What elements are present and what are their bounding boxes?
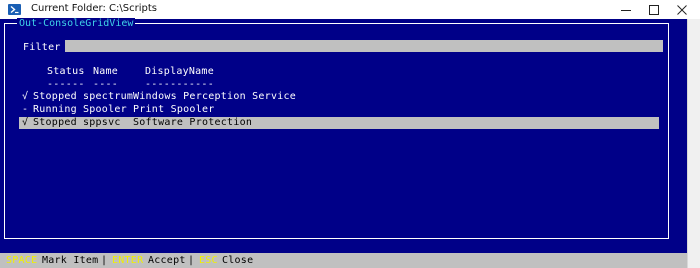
column-header-displayname[interactable]: DisplayName [145, 66, 214, 78]
column-header-status[interactable]: Status [47, 66, 85, 78]
status-divider: | [101, 255, 108, 266]
maximize-button[interactable] [640, 0, 668, 19]
minimize-icon [621, 9, 631, 11]
table-row-selected[interactable]: √ Stopped sppsvc Software Protection [19, 117, 659, 129]
vertical-scrollbar[interactable] [687, 19, 700, 268]
row-name: Spooler [83, 104, 127, 115]
esc-key-hint: ESC [199, 255, 218, 266]
row-mark: √ [22, 91, 29, 102]
column-separator: ------ [47, 79, 85, 90]
console-window: Current Folder: C:\Scripts Out-ConsoleGr… [0, 0, 700, 268]
space-key-hint: SPACE [6, 255, 38, 266]
column-header-name[interactable]: Name [93, 66, 118, 78]
table-row[interactable]: √ Stopped spectrum Windows Perception Se… [19, 91, 659, 103]
row-mark: - [22, 104, 29, 115]
filter-input[interactable] [65, 40, 663, 52]
row-displayname: Software Protection [133, 117, 253, 128]
close-label: Close [222, 255, 254, 266]
row-displayname: Windows Perception Service [133, 91, 297, 102]
close-icon [677, 4, 687, 15]
status-divider: | [188, 255, 195, 266]
status-bar: SPACE Mark Item | ENTER Accept | ESC Clo… [0, 253, 687, 268]
window-title: Current Folder: C:\Scripts [31, 3, 157, 14]
row-displayname: Print Spooler [133, 104, 215, 115]
row-mark: √ [22, 117, 29, 128]
panel-title: Out-ConsoleGridView [17, 18, 136, 30]
row-name: sppsvc [83, 117, 121, 128]
console-area[interactable]: Out-ConsoleGridView Filter Status Name D… [0, 18, 687, 268]
table-row[interactable]: - Running Spooler Print Spooler [19, 104, 659, 116]
minimize-button[interactable] [612, 0, 640, 19]
row-name: spectrum [83, 91, 134, 102]
column-separator: ---- [93, 79, 119, 90]
filter-label: Filter [23, 42, 61, 53]
row-status: Running [33, 104, 77, 115]
column-separator: ----------- [145, 79, 214, 90]
title-bar[interactable]: Current Folder: C:\Scripts [0, 0, 700, 19]
close-button[interactable] [668, 0, 696, 19]
enter-key-hint: ENTER [112, 255, 144, 266]
accept-label: Accept [148, 255, 186, 266]
mark-item-label: Mark Item [42, 255, 99, 266]
grid-view-panel: Out-ConsoleGridView Filter Status Name D… [4, 18, 669, 239]
maximize-icon [649, 4, 659, 15]
powershell-icon [8, 4, 21, 15]
row-status: Stopped [33, 91, 77, 102]
row-status: Stopped [33, 117, 77, 128]
